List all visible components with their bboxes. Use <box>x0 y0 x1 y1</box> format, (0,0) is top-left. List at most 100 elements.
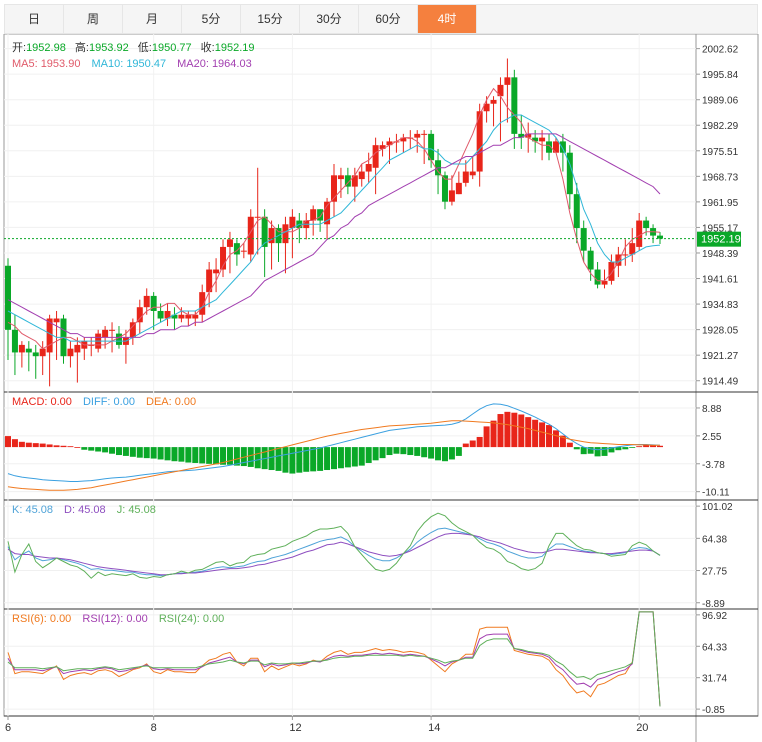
candle-body <box>573 194 580 229</box>
candle-body <box>102 329 109 338</box>
ma10-value: 1950.47 <box>126 58 166 70</box>
macd-bar <box>379 447 386 459</box>
tab-4hour[interactable]: 4时 <box>418 5 477 33</box>
candle-body <box>365 164 372 172</box>
current-price-tag: 1952.19 <box>697 231 741 247</box>
candle-body <box>636 220 643 247</box>
macd-bar <box>310 447 317 472</box>
tab-30min[interactable]: 30分 <box>300 5 359 33</box>
macd-bar <box>594 447 601 457</box>
diff-label: DIFF: 0.00 <box>83 396 135 408</box>
candle-body <box>643 220 650 229</box>
macd-bar <box>428 447 435 459</box>
macd-bar <box>233 447 240 466</box>
tab-month[interactable]: 月 <box>123 5 182 33</box>
macd-bar <box>573 447 580 450</box>
macd-bar <box>32 443 39 448</box>
macd-bar <box>435 447 442 461</box>
close-label: 收: <box>201 40 215 54</box>
candle-body <box>504 77 511 85</box>
macd-bar <box>282 447 289 473</box>
tab-day[interactable]: 日 <box>5 5 64 33</box>
candle-body <box>462 171 469 183</box>
macd-bar <box>136 447 143 458</box>
macd-bar <box>74 447 81 448</box>
rsi12-label: RSI(12): 0.00 <box>82 613 147 625</box>
macd-bar <box>344 447 351 468</box>
candle-body <box>455 182 462 195</box>
tab-5min[interactable]: 5分 <box>182 5 241 33</box>
macd-bar <box>18 441 25 448</box>
kdj-y-tick-label: 64.38 <box>702 534 727 545</box>
x-tick-label: 12 <box>289 722 301 734</box>
chart-frame <box>3 34 759 742</box>
macd-info: MACD: 0.00 DIFF: 0.00 DEA: 0.00 <box>12 396 196 408</box>
rsi-info: RSI(6): 0.00 RSI(12): 0.00 RSI(24): 0.00 <box>12 613 224 625</box>
candle-body <box>559 141 566 153</box>
macd-bar <box>532 419 539 448</box>
macd-bar <box>171 447 178 462</box>
candle-body <box>53 318 60 323</box>
macd-bar <box>400 447 407 455</box>
price-y-tick-label: 1948.39 <box>702 249 739 260</box>
macd-bar <box>622 447 629 450</box>
macd-bar <box>351 447 358 467</box>
candle-body <box>580 228 587 251</box>
macd-bar <box>296 447 303 473</box>
macd-bar <box>657 445 663 448</box>
macd-bar <box>289 447 296 474</box>
price-info: 开:1952.98 高:1953.92 低:1950.77 收:1952.19 <box>12 40 255 54</box>
candle-body <box>74 344 81 353</box>
tab-15min[interactable]: 15分 <box>241 5 300 33</box>
candle-body <box>136 307 143 323</box>
macd-bar <box>358 447 365 466</box>
x-tick-label: 14 <box>428 722 440 734</box>
macd-bar <box>462 443 469 448</box>
macd-bar <box>421 447 428 458</box>
ma5-line <box>7 87 661 350</box>
macd-bar <box>518 414 525 448</box>
candle-body <box>608 261 615 281</box>
axis-labels: 2002.62 1995.84 1989.06 1982.29 1975.51 1968.… <box>5 45 739 734</box>
x-tick-label: 6 <box>5 722 11 734</box>
kdj-d-line <box>7 532 661 576</box>
macd-bar <box>129 447 136 457</box>
ma-info: MA5: 1953.90 MA10: 1950.47 MA20: 1964.03 <box>12 58 252 70</box>
j-label: J: 45.08 <box>117 504 156 516</box>
tab-60min[interactable]: 60分 <box>359 5 418 33</box>
tab-week[interactable]: 周 <box>64 5 123 33</box>
macd-y-tick-label: 2.55 <box>702 432 722 443</box>
macd-bar <box>483 426 490 448</box>
high-value: 1953.92 <box>89 42 129 54</box>
macd-bar <box>504 411 511 448</box>
macd-bar <box>53 445 60 448</box>
macd-bar <box>525 417 532 448</box>
macd-y-tick-label: 8.88 <box>702 404 722 415</box>
macd-bar <box>331 447 337 470</box>
macd-bar <box>150 447 157 459</box>
macd-bar <box>5 436 11 448</box>
candle-body <box>587 250 594 270</box>
price-y-tick-label: 1914.49 <box>702 377 739 388</box>
macd-bar <box>393 447 400 454</box>
macd-bar <box>455 447 462 456</box>
candle-body <box>511 77 518 134</box>
candle-body <box>615 254 622 266</box>
candle-body <box>157 310 164 319</box>
x-tick-label: 20 <box>636 722 648 734</box>
macd-bar <box>122 447 129 456</box>
chart-canvas[interactable]: 2002.62 1995.84 1989.06 1982.29 1975.51 1968.… <box>0 34 762 742</box>
macd-bar <box>566 442 573 448</box>
price-y-tick-label: 2002.62 <box>702 45 739 56</box>
candle-body <box>213 269 220 274</box>
macd-bar <box>448 447 455 460</box>
macd-bar <box>185 447 192 463</box>
macd-bar <box>178 447 185 462</box>
macd-bar <box>60 445 67 448</box>
candle-body <box>448 190 455 202</box>
kdj-j-line <box>7 512 661 579</box>
macd-bar <box>317 447 324 471</box>
kdj-y-tick-label: 27.75 <box>702 567 727 578</box>
candle-body <box>32 352 39 357</box>
macd-bar <box>414 447 421 456</box>
